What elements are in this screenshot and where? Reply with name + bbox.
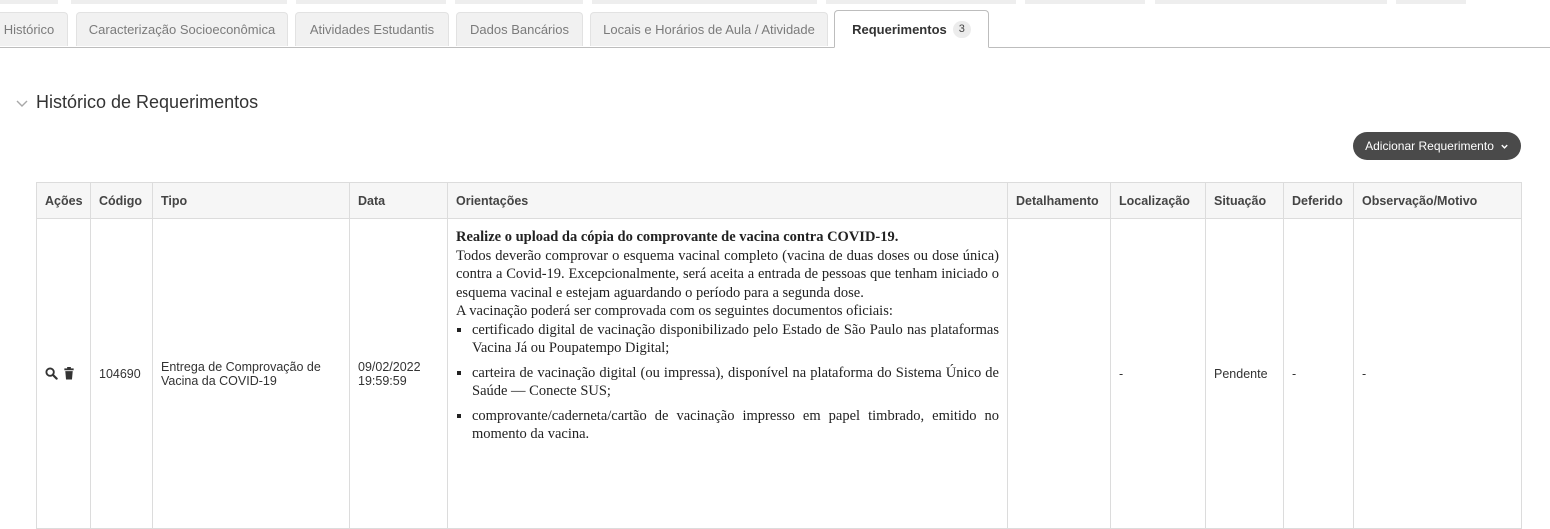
observacao-cell: -	[1353, 218, 1522, 529]
orientacoes-paragraph: A vacinação poderá ser comprovada com os…	[456, 303, 893, 319]
column-header-orientacoes[interactable]: Orientações	[447, 182, 1008, 219]
tab-label: Dados Bancários	[470, 22, 569, 37]
detalhamento-cell	[1007, 218, 1111, 529]
tab-label: Locais e Horários de Aula / Atividade	[603, 22, 815, 37]
localizacao-cell: -	[1110, 218, 1206, 529]
tab-atividades-estudantis[interactable]: Atividades Estudantis	[295, 12, 449, 46]
column-header-deferido[interactable]: Deferido	[1283, 182, 1354, 219]
tab-label: Histórico	[3, 22, 55, 37]
orientacoes-title: Realize o upload da cópia do comprovante…	[456, 229, 899, 245]
orientacoes-paragraph: Todos deverão comprovar o esquema vacina…	[456, 247, 999, 301]
trash-icon[interactable]	[63, 367, 75, 380]
tab-dados-bancarios[interactable]: Dados Bancários	[456, 12, 583, 46]
add-requirement-label: Adicionar Requerimento	[1365, 139, 1494, 153]
section-header[interactable]: Histórico de Requerimentos	[14, 92, 258, 113]
tab-requerimentos[interactable]: Requerimentos 3	[834, 10, 989, 48]
situacao-cell: Pendente	[1205, 218, 1284, 529]
list-item: certificado digital de vacinação disponi…	[472, 321, 999, 358]
column-header-acoes[interactable]: Ações	[36, 182, 91, 219]
column-header-observacao[interactable]: Observação/Motivo	[1353, 182, 1522, 219]
tab-bar: Histórico Caracterização Socioeconômica …	[0, 10, 1550, 48]
deferido-cell: -	[1283, 218, 1354, 529]
top-strip	[0, 0, 1550, 4]
list-item: carteira de vacinação digital (ou impres…	[472, 364, 999, 401]
add-requirement-button[interactable]: Adicionar Requerimento	[1353, 132, 1521, 160]
tab-label: Requerimentos	[852, 21, 947, 37]
tab-locais-e-horarios[interactable]: Locais e Horários de Aula / Atividade	[590, 12, 828, 46]
table-header-row: Ações Código Tipo Data Orientações Detal…	[36, 182, 1522, 219]
section-title: Histórico de Requerimentos	[36, 92, 259, 112]
orientacoes-cell: Realize o upload da cópia do comprovante…	[447, 218, 1008, 529]
table-row: 104690 Entrega de Comprovação de Vacina …	[36, 218, 1522, 529]
documents-list: certificado digital de vacinação disponi…	[456, 321, 999, 444]
column-header-detalhamento[interactable]: Detalhamento	[1007, 182, 1111, 219]
tipo-cell: Entrega de Comprovação de Vacina da COVI…	[152, 218, 350, 529]
tab-label: Caracterização Socioeconômica	[88, 22, 276, 37]
column-header-data[interactable]: Data	[349, 182, 448, 219]
search-icon[interactable]	[45, 367, 58, 380]
tab-caracterizacao-socioeconomica[interactable]: Caracterização Socioeconômica	[76, 12, 288, 46]
column-header-codigo[interactable]: Código	[90, 182, 153, 219]
chevron-down-icon[interactable]	[14, 95, 30, 111]
tab-historico[interactable]: Histórico	[0, 12, 68, 46]
column-header-situacao[interactable]: Situação	[1205, 182, 1284, 219]
requirements-table: Ações Código Tipo Data Orientações Detal…	[36, 182, 1522, 529]
tab-label: Atividades Estudantis	[309, 22, 435, 37]
codigo-cell: 104690	[90, 218, 153, 529]
list-item: comprovante/caderneta/cartão de vacinaçã…	[472, 407, 999, 444]
column-header-localizacao[interactable]: Localização	[1110, 182, 1206, 219]
data-cell: 09/02/2022 19:59:59	[349, 218, 448, 529]
chevron-down-icon	[1501, 144, 1508, 149]
count-badge: 3	[952, 20, 971, 38]
actions-cell	[36, 218, 91, 529]
column-header-tipo[interactable]: Tipo	[152, 182, 350, 219]
